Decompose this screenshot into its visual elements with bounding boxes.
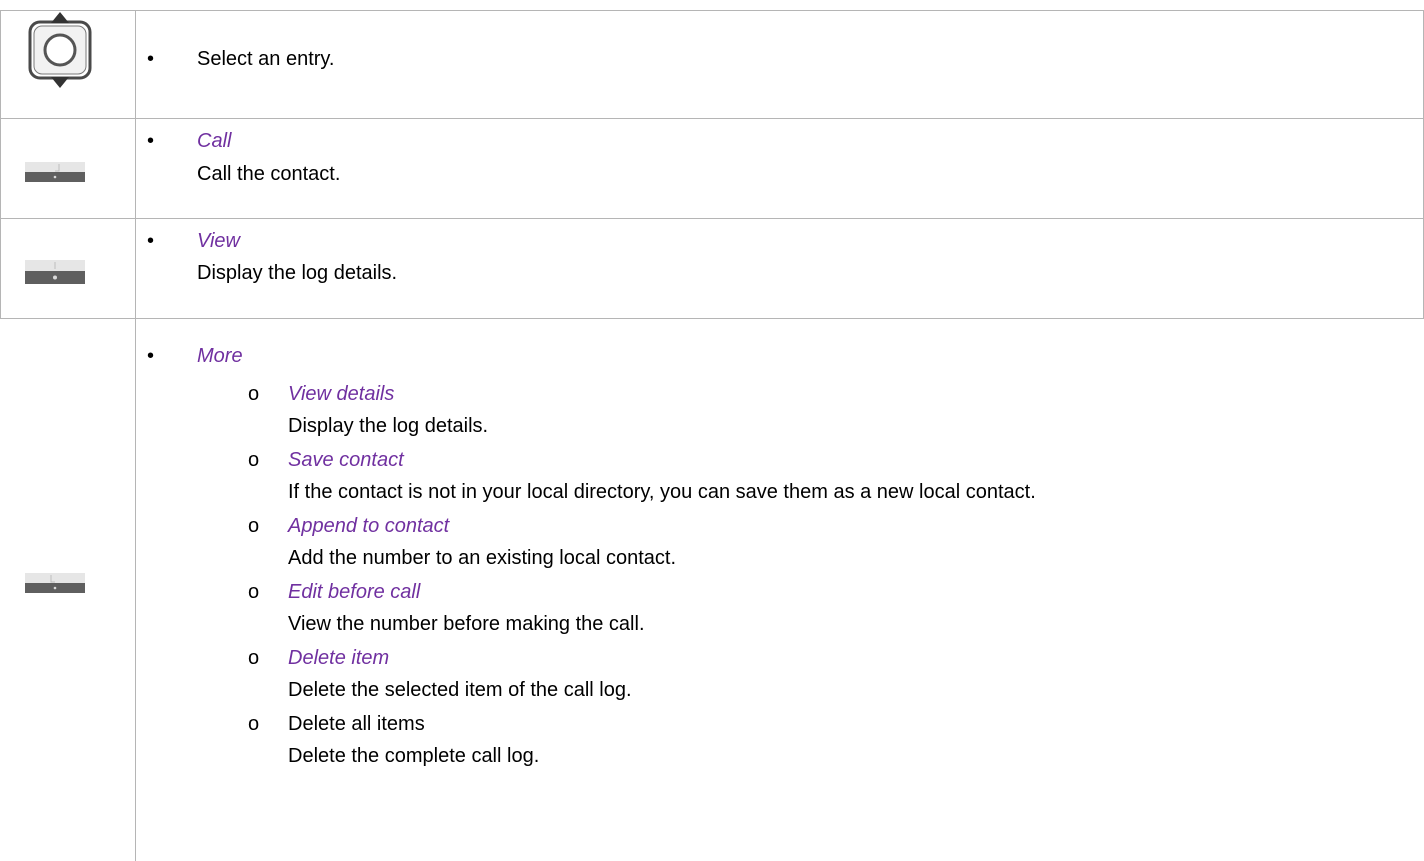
table-column-divider xyxy=(135,10,136,861)
menu-option-description: If the contact is not in your local dire… xyxy=(288,481,1036,503)
softkey-label-more: More xyxy=(197,345,243,367)
menu-option-delete-item: Delete item xyxy=(288,647,390,669)
table-row-icon-cell xyxy=(0,219,135,318)
table-rule xyxy=(0,10,1424,11)
menu-option-delete-all-items: Delete all items xyxy=(288,713,425,735)
table-row-icon-cell xyxy=(0,11,135,118)
bullet: • xyxy=(147,345,155,367)
sub-bullet: o xyxy=(248,647,260,669)
menu-option-description: Add the number to an existing local cont… xyxy=(288,547,677,569)
bullet: • xyxy=(147,130,155,152)
table-row-icon-cell xyxy=(0,319,135,861)
bullet: • xyxy=(147,48,155,70)
item-description: Call the contact. xyxy=(197,163,341,185)
softkey-label-view: View xyxy=(197,230,240,252)
navigation-key-icon xyxy=(28,12,92,88)
table-rule xyxy=(0,218,1424,219)
menu-option-save-contact: Save contact xyxy=(288,449,404,471)
softkey-label-call: Call xyxy=(197,130,232,152)
softkey-right-icon xyxy=(25,573,85,593)
menu-option-append-to-contact: Append to contact xyxy=(288,515,450,537)
table-rule xyxy=(0,318,1424,319)
instruction-table: • Select an entry. • Call Call the conta… xyxy=(0,0,1424,861)
menu-option-description: Display the log details. xyxy=(288,415,489,437)
sub-bullet: o xyxy=(248,713,260,735)
softkey-left-icon xyxy=(25,162,85,182)
softkey-middle-icon xyxy=(25,260,85,284)
table-rule xyxy=(0,118,1424,119)
table-row-icon-cell xyxy=(0,119,135,218)
menu-option-description: Delete the complete call log. xyxy=(288,745,540,767)
menu-option-view-details: View details xyxy=(288,383,395,405)
menu-option-edit-before-call: Edit before call xyxy=(288,581,421,603)
bullet: • xyxy=(147,230,155,252)
sub-bullet: o xyxy=(248,383,260,405)
menu-option-description: View the number before making the call. xyxy=(288,613,645,635)
sub-bullet: o xyxy=(248,515,260,537)
item-description: Display the log details. xyxy=(197,262,398,284)
list-item: Select an entry. xyxy=(197,48,335,70)
sub-bullet: o xyxy=(248,581,260,603)
sub-bullet: o xyxy=(248,449,260,471)
menu-option-description: Delete the selected item of the call log… xyxy=(288,679,632,701)
